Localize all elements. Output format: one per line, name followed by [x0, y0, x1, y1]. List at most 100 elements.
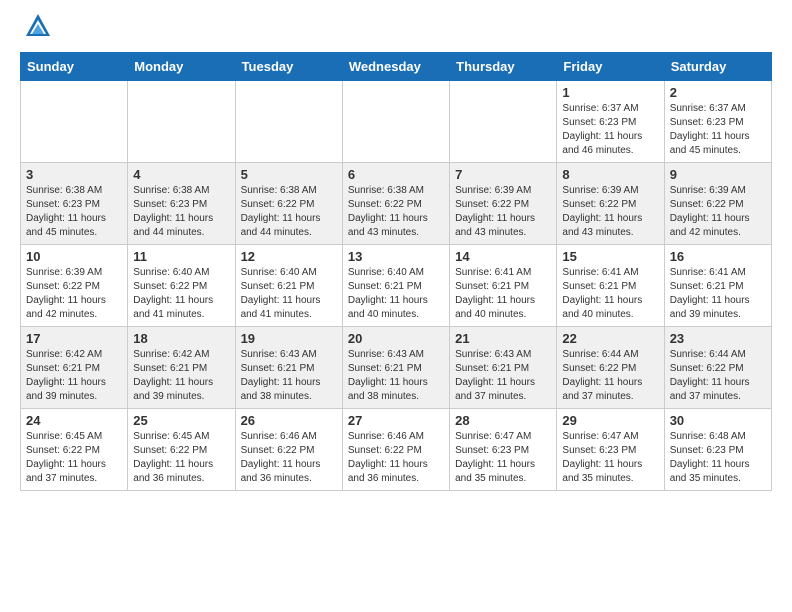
day-info: Sunrise: 6:45 AM Sunset: 6:22 PM Dayligh… [26, 430, 122, 486]
day-number: 6 [348, 167, 444, 182]
day-info: Sunrise: 6:39 AM Sunset: 6:22 PM Dayligh… [26, 266, 122, 322]
day-cell: 10Sunrise: 6:39 AM Sunset: 6:22 PM Dayli… [21, 245, 128, 327]
day-cell: 21 Sunrise: 6:43 AM Sunset: 6:21 PM Dayli… [450, 327, 557, 409]
day-info: Sunrise: 6:43 AM Sunset: 6:21 PM Dayligh… [455, 348, 551, 404]
day-cell [235, 81, 342, 163]
day-info: Sunrise: 6:44 AM Sunset: 6:22 PM Dayligh… [670, 348, 766, 404]
day-number: 23 [670, 331, 766, 346]
day-number: 5 [241, 167, 337, 182]
week-row-2: 3 Sunrise: 6:38 AM Sunset: 6:23 PM Daylig… [21, 163, 772, 245]
day-cell: 2 Sunrise: 6:37 AM Sunset: 6:23 PM Daylig… [664, 81, 771, 163]
day-cell: 25 Sunrise: 6:45 AM Sunset: 6:22 PM Dayli… [128, 409, 235, 491]
day-info: Sunrise: 6:48 AM Sunset: 6:23 PM Dayligh… [670, 430, 766, 486]
day-number: 20 [348, 331, 444, 346]
page: SundayMondayTuesdayWednesdayThursdayFrid… [0, 0, 792, 511]
day-number: 21 [455, 331, 551, 346]
day-cell: 3 Sunrise: 6:38 AM Sunset: 6:23 PM Daylig… [21, 163, 128, 245]
weekday-header-wednesday: Wednesday [342, 53, 449, 81]
day-info: Sunrise: 6:47 AM Sunset: 6:23 PM Dayligh… [562, 430, 658, 486]
day-number: 8 [562, 167, 658, 182]
day-cell: 23 Sunrise: 6:44 AM Sunset: 6:22 PM Dayli… [664, 327, 771, 409]
day-info: Sunrise: 6:37 AM Sunset: 6:23 PM Dayligh… [562, 102, 658, 158]
day-info: Sunrise: 6:46 AM Sunset: 6:22 PM Dayligh… [348, 430, 444, 486]
weekday-header-tuesday: Tuesday [235, 53, 342, 81]
day-cell: 1Sunrise: 6:37 AM Sunset: 6:23 PM Daylig… [557, 81, 664, 163]
day-info: Sunrise: 6:41 AM Sunset: 6:21 PM Dayligh… [455, 266, 551, 322]
day-info: Sunrise: 6:41 AM Sunset: 6:21 PM Dayligh… [670, 266, 766, 322]
day-number: 2 [670, 85, 766, 100]
day-cell [21, 81, 128, 163]
day-cell: 28 Sunrise: 6:47 AM Sunset: 6:23 PM Dayli… [450, 409, 557, 491]
day-info: Sunrise: 6:43 AM Sunset: 6:21 PM Dayligh… [348, 348, 444, 404]
day-info: Sunrise: 6:38 AM Sunset: 6:23 PM Dayligh… [26, 184, 122, 240]
day-number: 16 [670, 249, 766, 264]
day-number: 19 [241, 331, 337, 346]
day-info: Sunrise: 6:42 AM Sunset: 6:21 PM Dayligh… [26, 348, 122, 404]
day-number: 12 [241, 249, 337, 264]
day-cell [342, 81, 449, 163]
day-number: 11 [133, 249, 229, 264]
day-cell: 9 Sunrise: 6:39 AM Sunset: 6:22 PM Daylig… [664, 163, 771, 245]
day-cell: 24 Sunrise: 6:45 AM Sunset: 6:22 PM Dayli… [21, 409, 128, 491]
day-cell: 5Sunrise: 6:38 AM Sunset: 6:22 PM Daylig… [235, 163, 342, 245]
day-info: Sunrise: 6:47 AM Sunset: 6:23 PM Dayligh… [455, 430, 551, 486]
weekday-header-thursday: Thursday [450, 53, 557, 81]
weekday-header-friday: Friday [557, 53, 664, 81]
day-cell: 22Sunrise: 6:44 AM Sunset: 6:22 PM Dayli… [557, 327, 664, 409]
day-number: 13 [348, 249, 444, 264]
day-cell [450, 81, 557, 163]
day-info: Sunrise: 6:41 AM Sunset: 6:21 PM Dayligh… [562, 266, 658, 322]
day-cell: 7 Sunrise: 6:39 AM Sunset: 6:22 PM Daylig… [450, 163, 557, 245]
day-number: 28 [455, 413, 551, 428]
day-info: Sunrise: 6:38 AM Sunset: 6:22 PM Dayligh… [348, 184, 444, 240]
day-number: 7 [455, 167, 551, 182]
weekday-header-sunday: Sunday [21, 53, 128, 81]
day-cell: 15 Sunrise: 6:41 AM Sunset: 6:21 PM Dayli… [557, 245, 664, 327]
week-row-4: 17Sunrise: 6:42 AM Sunset: 6:21 PM Dayli… [21, 327, 772, 409]
day-cell: 26 Sunrise: 6:46 AM Sunset: 6:22 PM Dayli… [235, 409, 342, 491]
day-cell: 17Sunrise: 6:42 AM Sunset: 6:21 PM Dayli… [21, 327, 128, 409]
day-number: 24 [26, 413, 122, 428]
day-info: Sunrise: 6:43 AM Sunset: 6:21 PM Dayligh… [241, 348, 337, 404]
day-cell: 27Sunrise: 6:46 AM Sunset: 6:22 PM Dayli… [342, 409, 449, 491]
day-cell [128, 81, 235, 163]
weekday-header-monday: Monday [128, 53, 235, 81]
day-number: 25 [133, 413, 229, 428]
week-row-3: 10Sunrise: 6:39 AM Sunset: 6:22 PM Dayli… [21, 245, 772, 327]
day-cell: 19 Sunrise: 6:43 AM Sunset: 6:21 PM Dayli… [235, 327, 342, 409]
weekday-header-saturday: Saturday [664, 53, 771, 81]
day-number: 18 [133, 331, 229, 346]
day-info: Sunrise: 6:37 AM Sunset: 6:23 PM Dayligh… [670, 102, 766, 158]
day-cell: 16 Sunrise: 6:41 AM Sunset: 6:21 PM Dayli… [664, 245, 771, 327]
day-cell: 30 Sunrise: 6:48 AM Sunset: 6:23 PM Dayli… [664, 409, 771, 491]
day-info: Sunrise: 6:45 AM Sunset: 6:22 PM Dayligh… [133, 430, 229, 486]
day-number: 3 [26, 167, 122, 182]
day-number: 15 [562, 249, 658, 264]
day-number: 26 [241, 413, 337, 428]
day-cell: 12 Sunrise: 6:40 AM Sunset: 6:21 PM Dayli… [235, 245, 342, 327]
day-info: Sunrise: 6:42 AM Sunset: 6:21 PM Dayligh… [133, 348, 229, 404]
day-number: 14 [455, 249, 551, 264]
day-info: Sunrise: 6:40 AM Sunset: 6:22 PM Dayligh… [133, 266, 229, 322]
day-cell: 18 Sunrise: 6:42 AM Sunset: 6:21 PM Dayli… [128, 327, 235, 409]
day-cell: 13 Sunrise: 6:40 AM Sunset: 6:21 PM Dayli… [342, 245, 449, 327]
weekday-header-row: SundayMondayTuesdayWednesdayThursdayFrid… [21, 53, 772, 81]
day-number: 30 [670, 413, 766, 428]
logo [20, 16, 52, 40]
day-cell: 14 Sunrise: 6:41 AM Sunset: 6:21 PM Dayli… [450, 245, 557, 327]
day-cell: 6 Sunrise: 6:38 AM Sunset: 6:22 PM Daylig… [342, 163, 449, 245]
day-number: 4 [133, 167, 229, 182]
week-row-1: 1Sunrise: 6:37 AM Sunset: 6:23 PM Daylig… [21, 81, 772, 163]
day-info: Sunrise: 6:44 AM Sunset: 6:22 PM Dayligh… [562, 348, 658, 404]
day-cell: 29 Sunrise: 6:47 AM Sunset: 6:23 PM Dayli… [557, 409, 664, 491]
day-number: 9 [670, 167, 766, 182]
day-info: Sunrise: 6:39 AM Sunset: 6:22 PM Dayligh… [670, 184, 766, 240]
calendar-table: SundayMondayTuesdayWednesdayThursdayFrid… [20, 52, 772, 491]
day-info: Sunrise: 6:46 AM Sunset: 6:22 PM Dayligh… [241, 430, 337, 486]
logo-icon [24, 12, 52, 40]
day-info: Sunrise: 6:39 AM Sunset: 6:22 PM Dayligh… [455, 184, 551, 240]
day-info: Sunrise: 6:40 AM Sunset: 6:21 PM Dayligh… [241, 266, 337, 322]
week-row-5: 24 Sunrise: 6:45 AM Sunset: 6:22 PM Dayli… [21, 409, 772, 491]
day-info: Sunrise: 6:40 AM Sunset: 6:21 PM Dayligh… [348, 266, 444, 322]
day-number: 29 [562, 413, 658, 428]
